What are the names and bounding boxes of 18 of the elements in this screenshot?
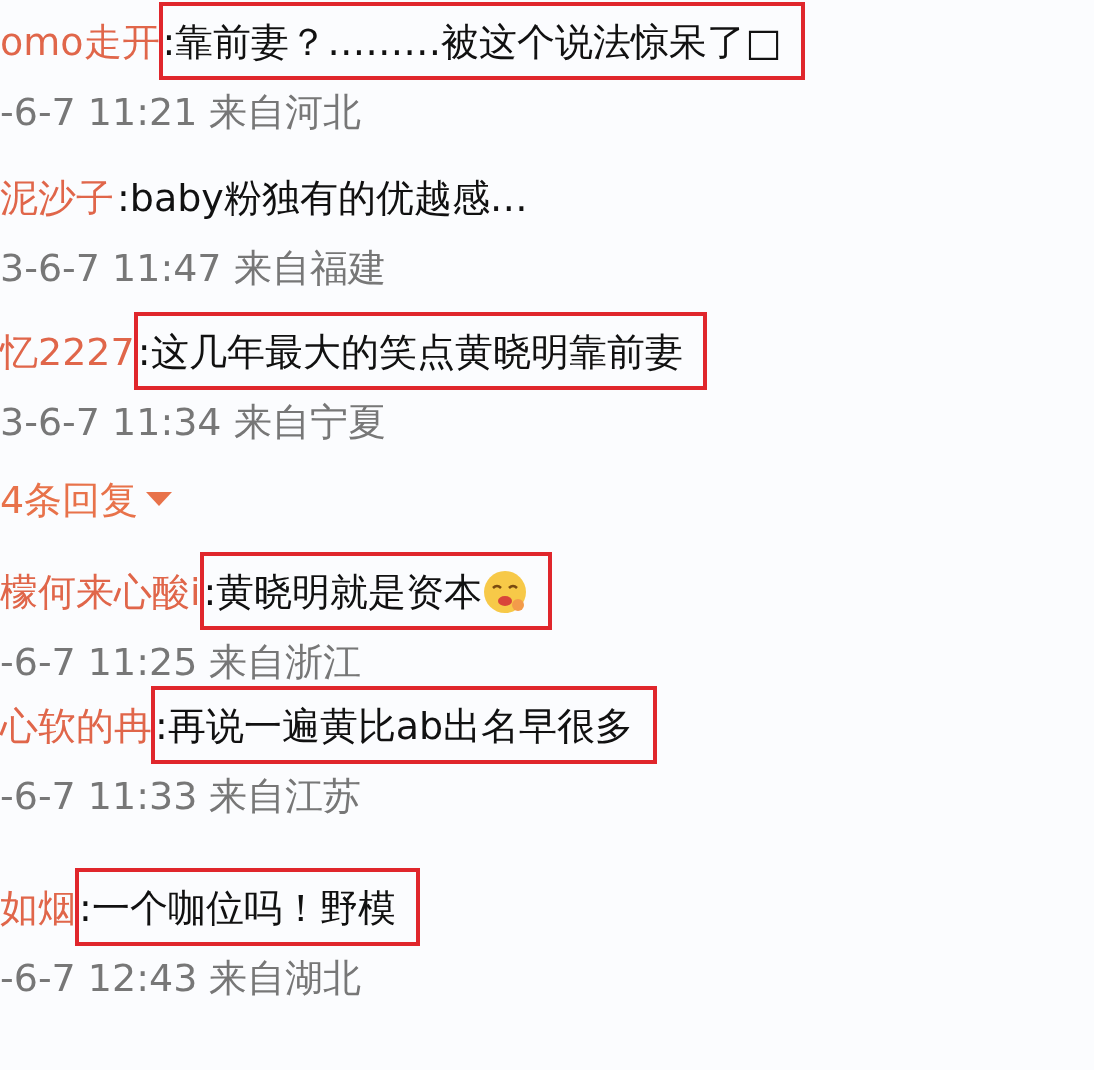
comment-text: :baby粉独有的优越感… [116, 175, 528, 222]
comment-meta: 3-6-7 11:47 来自福建 [0, 245, 387, 292]
comment-text: :黄晓明就是资本 [202, 569, 483, 616]
username[interactable]: omo走开 [0, 14, 160, 70]
comment-meta: -6-7 12:43 来自湖北 [0, 955, 363, 1002]
comment-meta: -6-7 11:33 来自江苏 [0, 773, 363, 820]
comment-text: :一个咖位吗！野模 [78, 885, 396, 932]
comment-text: :再说一遍黄比ab出名早很多 [154, 703, 634, 750]
comment-text: :这几年最大的笑点黄晓明靠前妻 [136, 329, 683, 376]
username[interactable]: 檬何来心酸i [0, 564, 201, 620]
caret-icon [146, 492, 173, 508]
replies-link[interactable]: 4条回复 [0, 472, 139, 528]
comment-text: :靠前妻？………被这个说法惊呆了□ [161, 19, 782, 66]
comment-meta: -6-7 11:25 来自浙江 [0, 639, 363, 686]
comment-meta: -6-7 11:21 来自河北 [0, 89, 363, 136]
username[interactable]: 如烟 [0, 880, 76, 936]
comment-meta: 3-6-7 11:34 来自宁夏 [0, 399, 387, 446]
username[interactable]: 泥沙子 [0, 170, 114, 226]
